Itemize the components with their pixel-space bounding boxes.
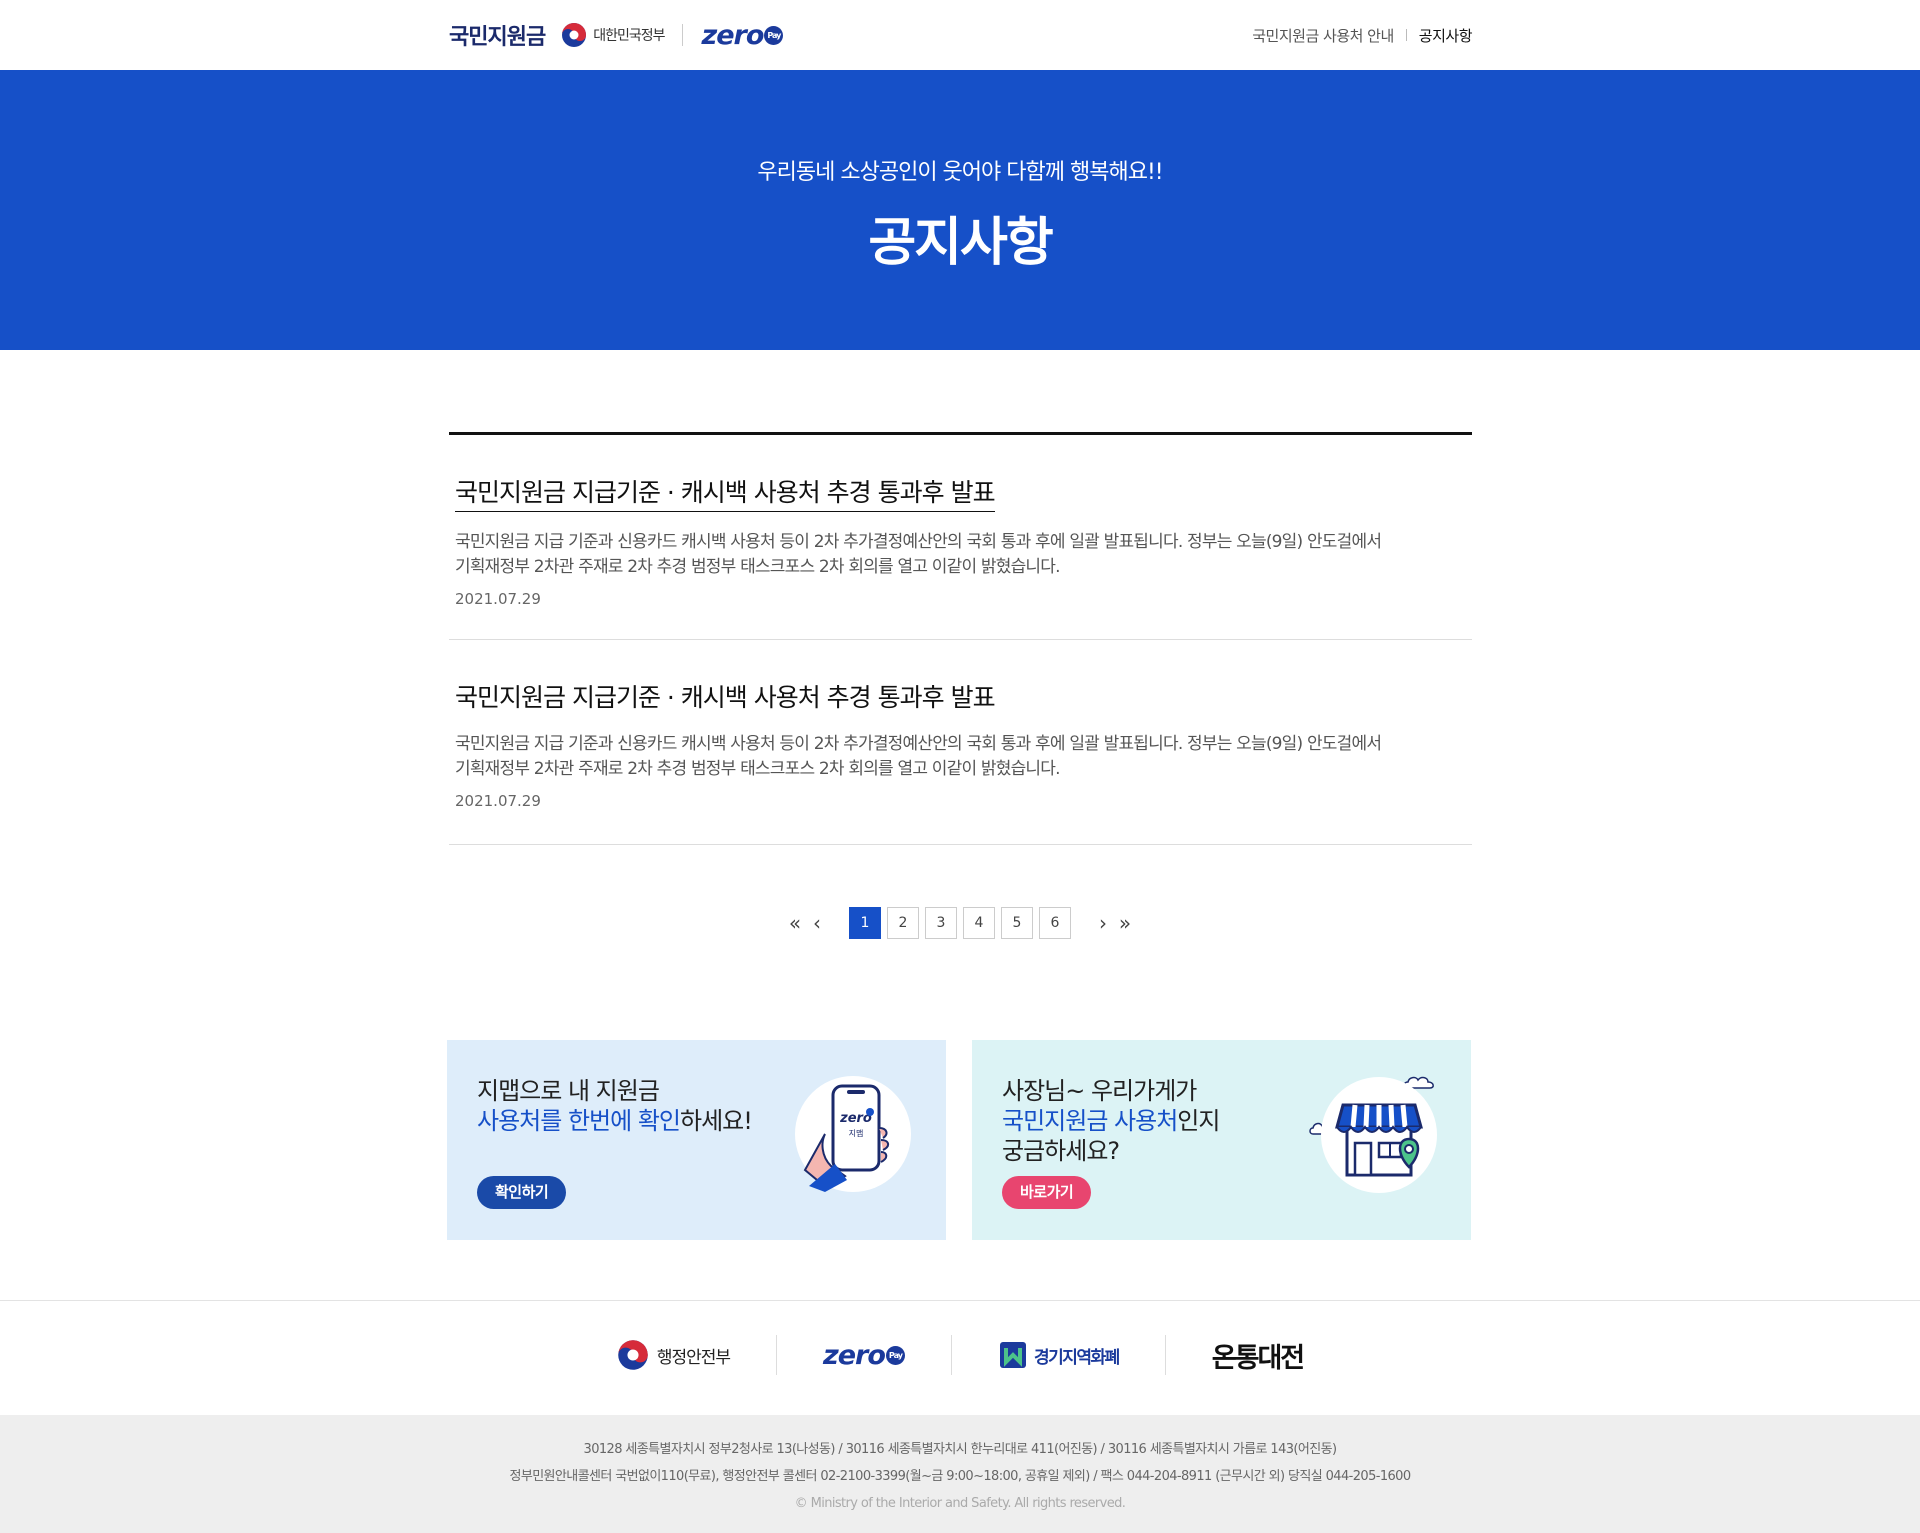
- shop-illustration: [1321, 1077, 1437, 1193]
- partner-ontong-label: 온통대전: [1211, 1342, 1305, 1374]
- go-button[interactable]: 바로가기: [1002, 1176, 1092, 1209]
- shop-banner-line1: 사장님~ 우리가게가: [1002, 1077, 1197, 1105]
- footer-copyright: © Ministry of the Interior and Safety. A…: [794, 1496, 1126, 1511]
- notice-date: 2021.07.29: [455, 590, 541, 608]
- page-number[interactable]: 6: [1039, 907, 1071, 939]
- site-footer: 30128 세종특별자치시 정부2청사로 13(나성동) / 30116 세종특…: [0, 1415, 1920, 1533]
- partner-gyeonggi-label: 경기지역화폐: [1033, 1347, 1120, 1368]
- partner-gyeonggi[interactable]: 경기지역화폐: [952, 1334, 1165, 1376]
- notice-date: 2021.07.29: [455, 792, 541, 810]
- top-nav: 국민지원금 사용처 안내 공지사항: [1252, 25, 1472, 46]
- zeropay-logo-text: zero: [823, 1339, 886, 1371]
- notice-summary-line: 국민지원금 지급 기준과 신용카드 캐시백 사용처 등이 2차 추가결정예산안의…: [455, 734, 1382, 754]
- partner-zeropay[interactable]: zero Pay: [777, 1334, 951, 1376]
- shop-banner-text: 사장님~ 우리가게가 국민지원금 사용처인지 궁금하세요?: [1002, 1076, 1220, 1166]
- notice-summary-line: 국민지원금 지급 기준과 신용카드 캐시백 사용처 등이 2차 추가결정예산안의…: [455, 532, 1382, 552]
- footer-divider: [0, 1300, 1920, 1301]
- next-page-icon[interactable]: ›: [1092, 907, 1114, 939]
- notice-item[interactable]: 국민지원금 지급기준 · 캐시백 사용처 추경 통과후 발표 국민지원금 지급 …: [449, 640, 1472, 845]
- zeropay-logo-text: zero: [701, 19, 764, 51]
- zmap-banner-text: 지맵으로 내 지원금 사용처를 한번에 확인하세요!: [477, 1076, 753, 1136]
- brand-group: 국민지원금 대한민국정부 zero Pay: [449, 19, 784, 51]
- notice-summary-line: 기획재정부 2차관 주재로 2차 추경 범정부 태스크포스 2차 회의를 열고 …: [455, 759, 1061, 779]
- shop-banner-highlight: 국민지원금 사용처: [1002, 1107, 1178, 1135]
- footer-address: 30128 세종특별자치시 정부2청사로 13(나성동) / 30116 세종특…: [583, 1442, 1338, 1457]
- notice-summary: 국민지원금 지급 기준과 신용카드 캐시백 사용처 등이 2차 추가결정예산안의…: [455, 530, 1466, 580]
- partner-mois[interactable]: 행정안전부: [571, 1334, 776, 1376]
- notice-list: 국민지원금 지급기준 · 캐시백 사용처 추경 통과후 발표 국민지원금 지급 …: [449, 432, 1472, 845]
- last-page-icon[interactable]: »: [1114, 907, 1136, 939]
- brand-title[interactable]: 국민지원금: [449, 19, 546, 51]
- notice-summary: 국민지원금 지급 기준과 신용카드 캐시백 사용처 등이 2차 추가결정예산안의…: [455, 732, 1466, 782]
- notice-title[interactable]: 국민지원금 지급기준 · 캐시백 사용처 추경 통과후 발표: [455, 678, 996, 714]
- partner-ontong[interactable]: 온통대전: [1166, 1334, 1349, 1376]
- store-icon: [1335, 1103, 1423, 1177]
- page-number[interactable]: 2: [887, 907, 919, 939]
- first-page-icon[interactable]: «: [784, 907, 806, 939]
- shop-banner-line2: 인지: [1177, 1107, 1220, 1135]
- nav-notice[interactable]: 공지사항: [1419, 25, 1473, 46]
- partner-logos: 행정안전부 zero Pay 경기지역화폐 온통대전: [0, 1334, 1920, 1376]
- gov-label: 대한민국정부: [593, 28, 665, 44]
- header-inner: 국민지원금 대한민국정부 zero Pay 국민지원금 사용처 안내 공지사항: [449, 0, 1473, 70]
- pagination: « ‹ 1 2 3 4 5 6 › »: [0, 907, 1920, 939]
- pay-badge: Pay: [764, 25, 784, 45]
- phone-hand-icon: zero 지맵: [803, 1084, 889, 1192]
- phone-illustration: zero 지맵: [795, 1076, 911, 1192]
- phone-screen-label: 지맵: [849, 1128, 864, 1138]
- nav-usage-guide[interactable]: 국민지원금 사용처 안내: [1252, 25, 1394, 46]
- partner-mois-label: 행정안전부: [656, 1347, 731, 1368]
- zmap-banner-line2: 하세요!: [679, 1107, 753, 1135]
- notice-item[interactable]: 국민지원금 지급기준 · 캐시백 사용처 추경 통과후 발표 국민지원금 지급 …: [449, 435, 1472, 640]
- pay-badge: Pay: [885, 1345, 905, 1365]
- notice-title[interactable]: 국민지원금 지급기준 · 캐시백 사용처 추경 통과후 발표: [455, 473, 996, 512]
- hero-banner: 우리동네 소상공인이 웃어야 다함께 행복해요!! 공지사항: [0, 70, 1920, 350]
- taegeuk-icon: [618, 1340, 648, 1370]
- gyeonggi-logo-icon: [999, 1342, 1026, 1368]
- page-number[interactable]: 5: [1001, 907, 1033, 939]
- shop-banner: 사장님~ 우리가게가 국민지원금 사용처인지 궁금하세요? 바로가기: [972, 1040, 1471, 1240]
- nav-divider: [1405, 29, 1407, 41]
- zeropay-logo: zero Pay: [823, 1340, 905, 1371]
- shop-banner-line3: 궁금하세요?: [1002, 1137, 1120, 1165]
- site-header: 국민지원금 대한민국정부 zero Pay 국민지원금 사용처 안내 공지사항: [0, 0, 1920, 70]
- page-number[interactable]: 4: [963, 907, 995, 939]
- hero-subtitle: 우리동네 소상공인이 웃어야 다함께 행복해요!!: [757, 160, 1163, 185]
- prev-page-icon[interactable]: ‹: [806, 907, 828, 939]
- taegeuk-icon: [562, 23, 587, 47]
- gov-logo: 대한민국정부: [561, 22, 665, 48]
- zeropay-logo: zero Pay: [701, 19, 784, 51]
- zmap-banner: 지맵으로 내 지원금 사용처를 한번에 확인하세요! 확인하기 zero 지맵: [447, 1040, 946, 1240]
- check-button[interactable]: 확인하기: [477, 1176, 567, 1209]
- page-number-current[interactable]: 1: [849, 907, 881, 939]
- notice-summary-line: 기획재정부 2차관 주재로 2차 추경 범정부 태스크포스 2차 회의를 열고 …: [455, 557, 1061, 577]
- zmap-banner-highlight: 사용처를 한번에 확인: [477, 1107, 681, 1135]
- brand-divider: [682, 24, 684, 46]
- footer-callcenter: 정부민원안내콜센터 국번없이110(무료), 행정안전부 콜센터 02-2100…: [509, 1469, 1411, 1484]
- page-title: 공지사항: [868, 213, 1053, 273]
- page-number[interactable]: 3: [925, 907, 957, 939]
- zmap-banner-line1: 지맵으로 내 지원금: [477, 1077, 660, 1105]
